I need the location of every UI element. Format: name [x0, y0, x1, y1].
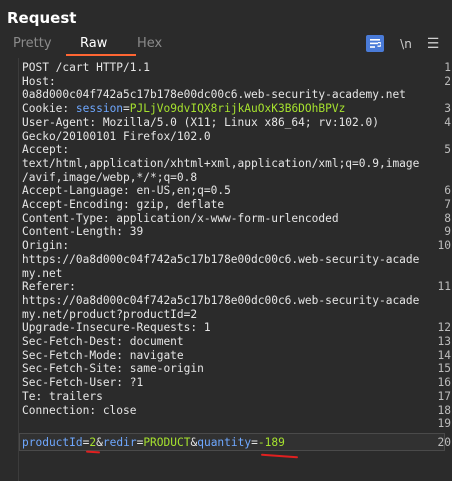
- line-number: 10: [437, 239, 451, 253]
- line-number: 3: [444, 102, 451, 116]
- tab-raw[interactable]: Raw: [80, 36, 107, 51]
- request-line[interactable]: Upgrade-Insecure-Requests: 1: [22, 321, 211, 335]
- view-tabs: Pretty Raw Hex: [0, 33, 452, 56]
- header-text: =: [123, 102, 130, 116]
- line-number: 7: [444, 198, 451, 211]
- request-line[interactable]: Connection: close: [22, 404, 137, 418]
- wrap-text-button[interactable]: [366, 35, 384, 52]
- request-line[interactable]: Gecko/20100101 Firefox/102.0: [22, 130, 211, 144]
- param-name: redir: [102, 436, 137, 449]
- line-number: 5: [444, 143, 451, 157]
- request-line[interactable]: /avif,image/webp,*/*;q=0.8: [22, 171, 197, 185]
- line-number: 8: [444, 211, 451, 225]
- request-line[interactable]: https://0a8d000c04f742a5c17b178e00dc00c6…: [22, 294, 419, 308]
- request-line[interactable]: Sec-Fetch-User: ?1: [22, 376, 143, 390]
- line-number: 17: [437, 389, 451, 403]
- wrap-text-icon: [370, 39, 381, 48]
- line-number: 15: [437, 362, 451, 376]
- request-line[interactable]: Accept:: [22, 143, 69, 157]
- request-line[interactable]: Content-Type: application/x-www-form-url…: [22, 212, 339, 226]
- line-number: 12: [437, 321, 451, 335]
- line-number: 6: [444, 184, 451, 198]
- request-line[interactable]: 0a8d000c04f742a5c17b178e00dc00c6.web-sec…: [22, 88, 406, 102]
- request-line[interactable]: https://0a8d000c04f742a5c17b178e00dc00c6…: [22, 253, 419, 267]
- param-name: productId: [22, 436, 83, 449]
- request-line[interactable]: my.net: [22, 267, 62, 281]
- request-line[interactable]: Sec-Fetch-Mode: navigate: [22, 349, 184, 363]
- line-number: 16: [437, 376, 451, 390]
- line-number: 11: [437, 280, 451, 294]
- request-line[interactable]: my.net/product?productId=2: [22, 308, 197, 322]
- line-number: 1: [444, 61, 451, 74]
- request-line[interactable]: User-Agent: Mozilla/5.0 (X11; Linux x86_…: [22, 116, 379, 130]
- request-editor[interactable]: 1 POST /cart HTTP/1.1 2 Host: 0a8d000c04f742…: [0, 58, 452, 481]
- request-line[interactable]: Origin:: [22, 239, 69, 253]
- request-body-line[interactable]: productId=2&redir=PRODUCT&quantity=-189: [22, 436, 285, 450]
- line-number: 19: [437, 417, 451, 431]
- line-number: 20: [437, 436, 451, 449]
- line-number-gutter: [0, 58, 19, 481]
- header-text: Cookie:: [22, 102, 76, 116]
- param-name: quantity: [197, 436, 252, 449]
- request-line[interactable]: Host:: [22, 75, 56, 89]
- show-newlines-button[interactable]: \n: [398, 35, 414, 52]
- tab-pretty[interactable]: Pretty: [13, 36, 52, 51]
- request-line[interactable]: Content-Length: 39: [22, 225, 143, 239]
- line-number: 18: [437, 403, 451, 417]
- cookie-name: session: [75, 102, 124, 116]
- cookie-value: PJLjVo9dvIQX8rijkAuOxK3B6DOhBPVz: [129, 102, 346, 116]
- request-line[interactable]: Accept-Language: en-US,en;q=0.5: [22, 184, 231, 198]
- active-tab-indicator: [66, 54, 136, 56]
- line-number: 14: [437, 348, 451, 362]
- ampersand: &: [96, 436, 103, 449]
- request-line[interactable]: text/html,application/xhtml+xml,applicat…: [22, 157, 419, 171]
- equals-sign: =: [251, 436, 258, 449]
- hamburger-menu-icon[interactable]: ☰: [426, 35, 440, 52]
- request-panel-header: Request: [0, 0, 452, 32]
- panel-title: Request: [7, 9, 77, 27]
- request-line[interactable]: Te: trailers: [22, 390, 103, 404]
- request-line[interactable]: POST /cart HTTP/1.1: [22, 61, 150, 75]
- line-number: 2: [444, 74, 451, 88]
- line-number: 13: [437, 335, 451, 348]
- param-value: PRODUCT: [143, 436, 191, 449]
- param-value-quantity: -189: [257, 436, 285, 449]
- request-line[interactable]: Cookie: session=PJLjVo9dvIQX8rijkAuOxK3B…: [22, 102, 345, 116]
- line-number: 4: [444, 115, 451, 129]
- request-line[interactable]: Sec-Fetch-Site: same-origin: [22, 362, 204, 376]
- request-line[interactable]: Accept-Encoding: gzip, deflate: [22, 198, 224, 212]
- line-number: 9: [444, 225, 451, 239]
- request-line[interactable]: Referer:: [22, 280, 76, 294]
- request-line[interactable]: Sec-Fetch-Dest: document: [22, 335, 184, 349]
- tab-hex[interactable]: Hex: [137, 36, 162, 51]
